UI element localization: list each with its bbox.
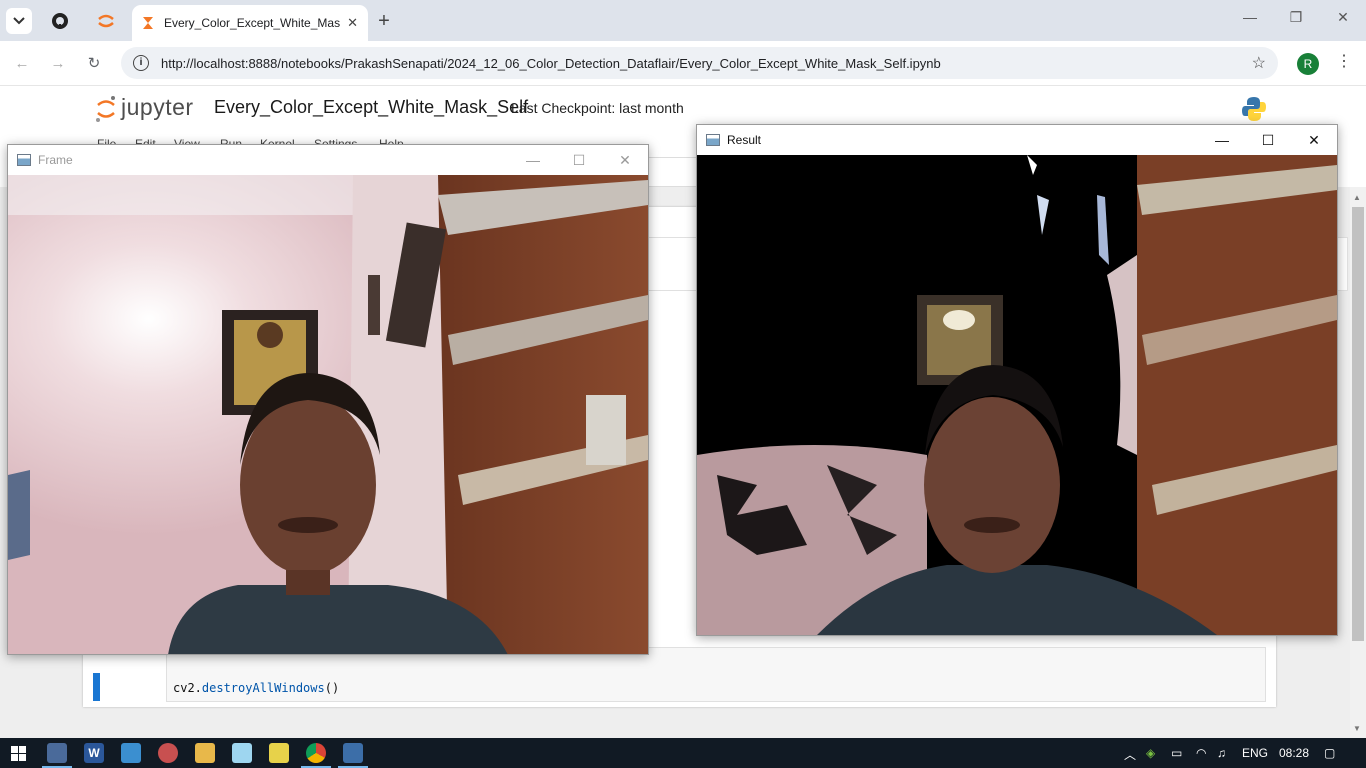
chevron-down-icon (13, 17, 25, 25)
jupyter-wordmark: jupyter (121, 94, 194, 120)
code-function: destroyAllWindows (201, 681, 325, 695)
battery-icon[interactable]: ▭ (1171, 746, 1182, 760)
checkpoint-status: Last Checkpoint: last month (511, 100, 684, 116)
clock[interactable]: 08:28 (1279, 746, 1309, 760)
result-maximize-button[interactable]: ☐ (1245, 125, 1291, 155)
code-parens: () (324, 681, 340, 695)
active-cell-indicator (93, 673, 100, 701)
omnibox[interactable]: i http://localhost:8888/notebooks/Prakas… (121, 47, 1278, 79)
code-cell-input[interactable]: cv2.destroyAllWindows() (166, 647, 1266, 702)
bookmark-star-icon[interactable]: ☆ (1252, 53, 1266, 73)
code-line: cv2.destroyAllWindows() (173, 681, 339, 695)
profile-avatar[interactable]: R (1297, 53, 1319, 75)
scrollbar-thumb[interactable] (1352, 207, 1364, 641)
show-hidden-icons-icon[interactable]: ︿ (1124, 746, 1136, 763)
masked-result-image (697, 155, 1337, 635)
new-tab-button[interactable]: + (371, 8, 397, 34)
result-window-title: Result (727, 133, 762, 147)
word-icon[interactable]: W (84, 743, 104, 763)
window-app-icon (17, 154, 31, 166)
close-tab-icon[interactable]: ✕ (347, 15, 358, 31)
taskbar-tool-icon[interactable] (121, 743, 141, 763)
notebook-title[interactable]: Every_Color_Except_White_Mask_Self (214, 97, 528, 118)
tab-title: Every_Color_Except_White_Mas (164, 16, 341, 30)
page-scrollbar[interactable]: ▲ ▼ (1350, 187, 1366, 738)
wifi-icon[interactable]: ◠ (1196, 746, 1206, 760)
window-app-icon (706, 134, 720, 146)
url-text[interactable]: http://localhost:8888/notebooks/PrakashS… (161, 56, 1252, 71)
jupyter-pinned-tab[interactable] (93, 8, 119, 34)
volume-icon[interactable]: ♫ (1217, 746, 1226, 760)
scroll-up-arrow-icon[interactable]: ▲ (1353, 193, 1361, 202)
scroll-down-arrow-icon[interactable]: ▼ (1353, 724, 1361, 733)
notifications-icon[interactable]: ▢ (1324, 746, 1335, 760)
back-button[interactable]: ← (10, 52, 34, 76)
jupyter-logo-icon (95, 95, 117, 122)
frame-maximize-button[interactable]: ☐ (556, 145, 602, 175)
close-window-button[interactable]: ✕ (1320, 9, 1366, 26)
reload-button[interactable]: ↻ (82, 52, 106, 76)
frame-close-button[interactable]: ✕ (602, 145, 648, 175)
nvidia-tray-icon[interactable]: ◈ (1146, 746, 1155, 760)
frame-window-title: Frame (38, 153, 73, 167)
result-titlebar[interactable]: Result — ☐ ✕ (697, 125, 1337, 155)
code-object: cv2. (173, 681, 202, 695)
language-indicator[interactable]: ENG (1242, 746, 1268, 760)
forward-button[interactable]: → (46, 52, 70, 76)
github-icon (52, 13, 68, 29)
notepad-icon[interactable] (232, 743, 252, 763)
hourglass-icon (143, 17, 153, 29)
snipping-tool-icon[interactable] (158, 743, 178, 763)
jupyter-icon (98, 14, 114, 28)
active-tab[interactable]: Every_Color_Except_White_Mas ✕ (132, 5, 368, 41)
minimize-button[interactable]: — (1227, 9, 1273, 25)
file-explorer-icon[interactable] (195, 743, 215, 763)
github-tab[interactable] (47, 8, 73, 34)
frame-minimize-button[interactable]: — (510, 145, 556, 175)
result-window[interactable]: Result — ☐ ✕ (696, 124, 1338, 636)
result-close-button[interactable]: ✕ (1291, 125, 1337, 155)
windows-start-icon[interactable] (11, 746, 26, 761)
restore-button[interactable]: ❐ (1273, 9, 1319, 26)
frame-titlebar[interactable]: Frame — ☐ ✕ (8, 145, 648, 175)
jupyter-logo[interactable]: jupyter (95, 94, 194, 122)
taskbar-app-icon[interactable] (47, 743, 67, 763)
python-taskbar-icon[interactable] (343, 743, 363, 763)
sticky-notes-icon[interactable] (269, 743, 289, 763)
plus-icon: + (378, 9, 390, 32)
address-bar-row: ← → ↻ i http://localhost:8888/notebooks/… (0, 41, 1366, 86)
site-info-icon[interactable]: i (133, 55, 149, 71)
result-minimize-button[interactable]: — (1199, 125, 1245, 155)
chrome-icon[interactable] (306, 743, 326, 763)
webcam-frame-image (8, 175, 648, 654)
tab-search-button[interactable] (6, 8, 32, 34)
browser-tab-bar: Every_Color_Except_White_Mas ✕ + — ❐ ✕ (0, 0, 1366, 41)
python-logo-icon (1241, 96, 1267, 127)
frame-window[interactable]: Frame — ☐ ✕ (7, 144, 649, 655)
windows-taskbar: W ︿ ◈ ▭ ◠ ♫ ENG 08:28 ▢ (0, 738, 1366, 768)
browser-menu-icon[interactable]: ⋮ (1336, 51, 1352, 71)
